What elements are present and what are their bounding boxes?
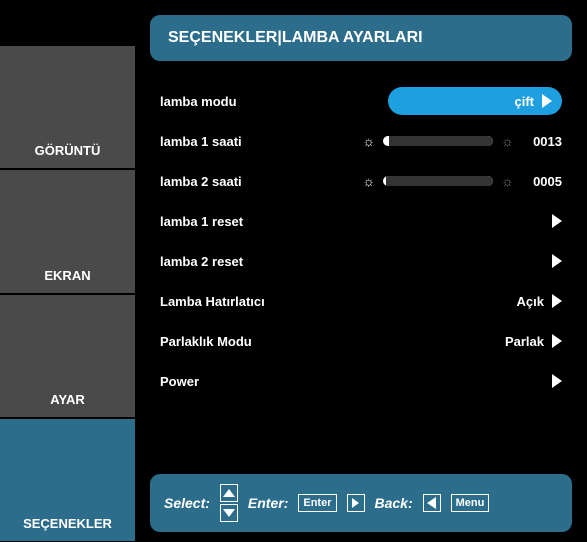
arrow-up-icon — [223, 489, 235, 497]
footer-select-label: Select: — [164, 495, 210, 511]
row-lamp2-hours: lamba 2 saati ☼ ☼ 0005 — [160, 161, 562, 201]
sidebar: GÖRÜNTÜ EKRAN AYAR SEÇENEKLER — [0, 0, 135, 542]
row-controls — [320, 214, 562, 228]
chevron-right-icon — [552, 294, 562, 308]
row-label: Power — [160, 374, 320, 389]
lamp1-hours-fill — [389, 136, 494, 146]
menu-button[interactable]: Menu — [451, 494, 490, 512]
footer-bar: Select: Enter: Enter Back: Menu — [150, 474, 572, 532]
row-controls: Açık — [320, 294, 562, 309]
bulb-dim-icon: ☼ — [501, 133, 514, 149]
row-controls: ☼ ☼ 0005 — [320, 173, 562, 189]
bulb-bright-icon: ☼ — [362, 173, 375, 189]
lamp1-hours-bar — [383, 136, 493, 146]
row-label: Lamba Hatırlatıcı — [160, 294, 320, 309]
chevron-right-icon — [552, 334, 562, 348]
arrow-right-icon — [352, 498, 359, 508]
chevron-right-icon — [542, 94, 552, 108]
arrow-left-button[interactable] — [423, 494, 441, 512]
footer-back-label: Back: — [375, 495, 413, 511]
row-label: lamba 1 reset — [160, 214, 320, 229]
chevron-right-icon — [552, 374, 562, 388]
updown-buttons[interactable] — [220, 484, 238, 522]
arrow-right-button[interactable] — [347, 494, 365, 512]
page-title: SEÇENEKLER|LAMBA AYARLARI — [168, 29, 423, 46]
lamp2-hours-value: 0005 — [522, 174, 562, 189]
arrow-down-icon — [223, 509, 235, 517]
bulb-bright-icon: ☼ — [362, 133, 375, 149]
row-label: Parlaklık Modu — [160, 334, 320, 349]
chevron-right-icon — [552, 214, 562, 228]
enter-button[interactable]: Enter — [298, 494, 336, 512]
bulb-dim-icon: ☼ — [501, 173, 514, 189]
sidebar-item-label: SEÇENEKLER — [23, 516, 112, 531]
arrow-left-icon — [427, 497, 436, 509]
lamp-mode-selector[interactable]: çift — [388, 87, 562, 115]
row-power[interactable]: Power — [160, 361, 562, 401]
lamp2-hours-fill — [386, 176, 493, 186]
row-lamp1-reset[interactable]: lamba 1 reset — [160, 201, 562, 241]
sidebar-item-ekran[interactable]: EKRAN — [0, 169, 135, 293]
sidebar-item-label: GÖRÜNTÜ — [35, 143, 101, 158]
row-lamp2-reset[interactable]: lamba 2 reset — [160, 241, 562, 281]
row-lamp1-hours: lamba 1 saati ☼ ☼ 0013 — [160, 121, 562, 161]
row-label: lamba modu — [160, 94, 320, 109]
app-root: GÖRÜNTÜ EKRAN AYAR SEÇENEKLER SEÇENEKLER… — [0, 0, 587, 542]
sidebar-item-label: AYAR — [50, 392, 84, 407]
lamp1-hours-value: 0013 — [522, 134, 562, 149]
chevron-right-icon — [552, 254, 562, 268]
sidebar-item-secenekler[interactable]: SEÇENEKLER — [0, 418, 135, 542]
sidebar-item-ayar[interactable]: AYAR — [0, 294, 135, 418]
main-panel: SEÇENEKLER|LAMBA AYARLARI lamba modu çif… — [135, 0, 587, 542]
row-label: lamba 2 saati — [160, 174, 320, 189]
bright-mode-value: Parlak — [505, 334, 544, 349]
row-controls — [320, 374, 562, 388]
footer-enter-label: Enter: — [248, 495, 288, 511]
row-label: lamba 2 reset — [160, 254, 320, 269]
row-bright-mode[interactable]: Parlaklık Modu Parlak — [160, 321, 562, 361]
row-lamp-reminder[interactable]: Lamba Hatırlatıcı Açık — [160, 281, 562, 321]
lamp-reminder-value: Açık — [517, 294, 544, 309]
sidebar-item-label: EKRAN — [44, 268, 90, 283]
lamp2-hours-bar — [383, 176, 493, 186]
row-lamp-mode[interactable]: lamba modu çift — [160, 81, 562, 121]
sidebar-item-goruntu[interactable]: GÖRÜNTÜ — [0, 45, 135, 169]
arrow-down-button[interactable] — [220, 504, 238, 522]
page-header: SEÇENEKLER|LAMBA AYARLARI — [150, 15, 572, 61]
settings-list: lamba modu çift lamba 1 saati ☼ ☼ — [150, 61, 572, 474]
arrow-up-button[interactable] — [220, 484, 238, 502]
row-controls — [320, 254, 562, 268]
row-controls: ☼ ☼ 0013 — [320, 133, 562, 149]
row-label: lamba 1 saati — [160, 134, 320, 149]
row-controls: çift — [320, 87, 562, 115]
lamp-mode-value: çift — [515, 94, 535, 109]
row-controls: Parlak — [320, 334, 562, 349]
